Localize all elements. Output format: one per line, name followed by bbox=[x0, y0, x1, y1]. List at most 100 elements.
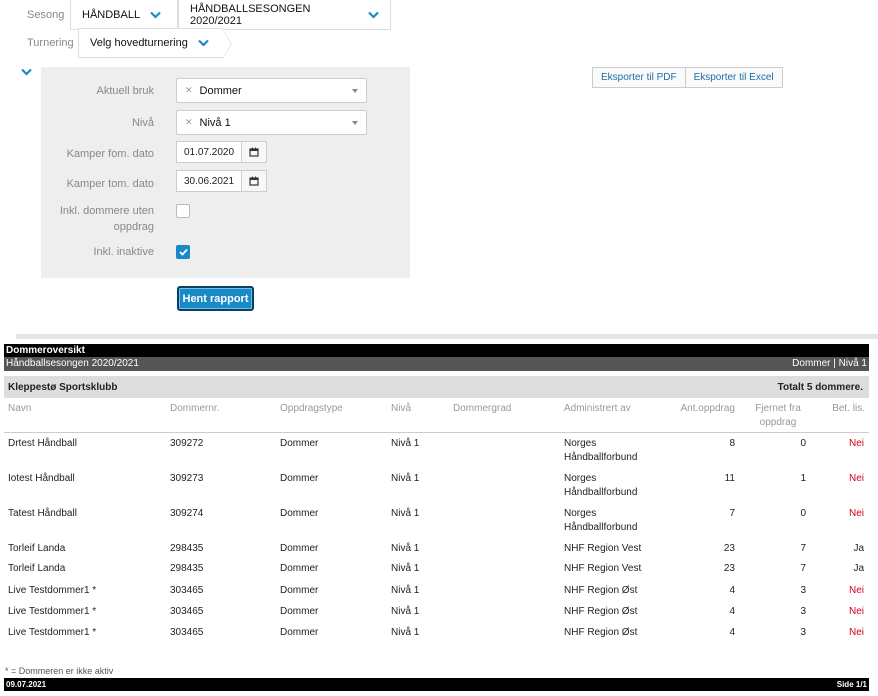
chevron-down-icon bbox=[198, 39, 209, 47]
club-total: Totalt 5 dommere. bbox=[777, 381, 863, 393]
caret-down-icon bbox=[352, 121, 358, 125]
cell-admin: NHF Region Øst bbox=[564, 606, 638, 617]
check-icon bbox=[178, 248, 188, 256]
to-date-label: Kamper tom. dato bbox=[66, 178, 154, 190]
cell-number: 303465 bbox=[170, 627, 204, 638]
cell-level: Nivå 1 bbox=[391, 508, 420, 519]
from-date-input[interactable]: 01.07.2020 bbox=[176, 141, 242, 163]
col-header-removed: Fjernet fra oppdrag bbox=[755, 403, 801, 428]
to-date-input[interactable]: 30.06.2021 bbox=[176, 170, 242, 192]
calendar-icon[interactable] bbox=[242, 170, 267, 192]
cell-number: 309272 bbox=[170, 438, 204, 449]
incl-no-assign-label: Inkl. dommere uten oppdrag bbox=[59, 205, 154, 233]
sport-selector[interactable]: HÅNDBALL bbox=[70, 0, 178, 30]
cell-admin: NHF Region Vest bbox=[564, 563, 642, 574]
level-label: Nivå bbox=[131, 117, 154, 129]
footnote: * = Dommeren er ikke aktiv bbox=[5, 666, 114, 676]
season-selector[interactable]: HÅNDBALLSESONGEN 2020/2021 bbox=[178, 0, 391, 30]
club-name: Kleppestø Sportsklubb bbox=[8, 381, 118, 393]
cell-level: Nivå 1 bbox=[391, 627, 420, 638]
col-header-count: Ant.oppdrag bbox=[680, 403, 736, 414]
chevron-down-icon bbox=[150, 11, 161, 19]
cell-name: Live Testdommer1 * bbox=[8, 627, 97, 638]
cell-level: Nivå 1 bbox=[391, 473, 420, 484]
cell-level: Nivå 1 bbox=[391, 563, 420, 574]
clear-icon[interactable]: ✕ bbox=[185, 117, 193, 128]
cell-level: Nivå 1 bbox=[391, 606, 420, 617]
cell-count: 4 bbox=[729, 606, 735, 617]
cell-name: Drtest Håndball bbox=[8, 438, 77, 449]
sport-value: HÅNDBALL bbox=[82, 8, 141, 21]
col-header-admin: Administrert av bbox=[564, 403, 631, 414]
fetch-report-button[interactable]: Hent rapport bbox=[177, 286, 254, 311]
page-indicator: Side 1/1 bbox=[836, 680, 867, 689]
export-buttons: Eksporter til PDF Eksporter til Excel bbox=[592, 67, 783, 88]
cell-type: Dommer bbox=[280, 508, 319, 519]
cell-removed: 0 bbox=[800, 508, 806, 519]
cell-type: Dommer bbox=[280, 563, 319, 574]
cell-removed: 3 bbox=[800, 606, 806, 617]
cell-admin: Norges Håndballforbund bbox=[564, 473, 638, 498]
cell-level: Nivå 1 bbox=[391, 438, 420, 449]
header-divider bbox=[4, 432, 869, 433]
cell-removed: 7 bbox=[800, 543, 806, 554]
cell-paid: Nei bbox=[848, 606, 864, 617]
cell-count: 23 bbox=[723, 563, 735, 574]
col-header-level: Nivå bbox=[391, 403, 412, 414]
from-date-picker: 01.07.2020 bbox=[176, 141, 267, 163]
col-header-grade: Dommergrad bbox=[453, 403, 512, 414]
cell-name: Iotest Håndball bbox=[8, 473, 75, 484]
clear-icon[interactable]: ✕ bbox=[185, 85, 193, 96]
calendar-icon[interactable] bbox=[242, 141, 267, 163]
collapse-filters-icon[interactable] bbox=[21, 68, 32, 76]
caret-down-icon bbox=[352, 89, 358, 93]
cell-number: 303465 bbox=[170, 585, 204, 596]
cell-admin: NHF Region Øst bbox=[564, 627, 638, 638]
report-date: 09.07.2021 bbox=[6, 680, 47, 689]
cell-paid: Ja bbox=[853, 543, 864, 554]
cell-number: 309273 bbox=[170, 473, 204, 484]
cell-removed: 7 bbox=[800, 563, 806, 574]
cell-admin: Norges Håndballforbund bbox=[564, 438, 638, 463]
cell-admin: NHF Region Vest bbox=[564, 543, 642, 554]
col-header-number: Dommernr. bbox=[170, 403, 220, 414]
report-title: Dommeroversikt bbox=[4, 344, 869, 357]
cell-type: Dommer bbox=[280, 627, 319, 638]
club-header: Kleppestø Sportsklubb Totalt 5 dommere. bbox=[4, 376, 869, 398]
tournament-label: Turnering bbox=[27, 37, 74, 49]
tournament-selector[interactable]: Velg hovedturnering bbox=[78, 28, 232, 59]
export-excel-button[interactable]: Eksporter til Excel bbox=[685, 67, 783, 88]
level-select[interactable]: ✕ Nivå 1 bbox=[176, 110, 367, 135]
cell-name: Live Testdommer1 * bbox=[8, 585, 97, 596]
cell-count: 11 bbox=[724, 473, 735, 484]
cell-type: Dommer bbox=[280, 473, 319, 484]
cell-removed: 1 bbox=[800, 473, 806, 484]
divider bbox=[16, 334, 878, 339]
col-header-type: Oppdragstype bbox=[280, 403, 343, 414]
tournament-row: Turnering Velg hovedturnering bbox=[0, 28, 232, 59]
cell-name: Live Testdommer1 * bbox=[8, 606, 97, 617]
export-pdf-button[interactable]: Eksporter til PDF bbox=[592, 67, 686, 88]
cell-count: 23 bbox=[723, 543, 735, 554]
from-date-label: Kamper fom. dato bbox=[66, 148, 154, 160]
cell-count: 4 bbox=[729, 627, 735, 638]
cell-type: Dommer bbox=[280, 606, 319, 617]
cell-level: Nivå 1 bbox=[391, 543, 420, 554]
incl-no-assign-checkbox[interactable] bbox=[176, 204, 190, 218]
cell-removed: 3 bbox=[800, 585, 806, 596]
cell-number: 303465 bbox=[170, 606, 204, 617]
tournament-value: Velg hovedturnering bbox=[90, 37, 188, 49]
cell-count: 8 bbox=[729, 438, 735, 449]
usage-select[interactable]: ✕ Dommer bbox=[176, 78, 367, 103]
cell-paid: Nei bbox=[848, 473, 864, 484]
incl-inactive-checkbox[interactable] bbox=[176, 245, 190, 259]
cell-name: Torleif Landa bbox=[8, 543, 66, 554]
chevron-down-icon bbox=[368, 11, 379, 19]
cell-count: 4 bbox=[729, 585, 735, 596]
season-row: Sesong HÅNDBALL HÅNDBALLSESONGEN 2020/20… bbox=[0, 0, 391, 30]
report-season: Håndballsesongen 2020/2021 bbox=[6, 358, 139, 369]
cell-count: 7 bbox=[729, 508, 735, 519]
cell-type: Dommer bbox=[280, 585, 319, 596]
cell-removed: 0 bbox=[800, 438, 806, 449]
cell-number: 309274 bbox=[170, 508, 204, 519]
